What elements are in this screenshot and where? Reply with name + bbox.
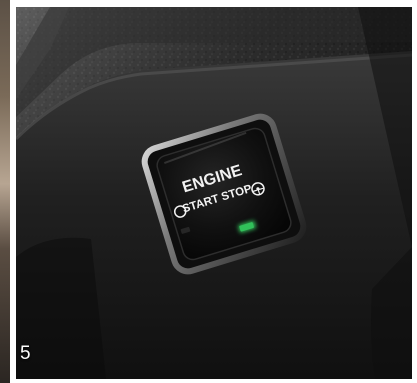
slide-number: 5	[20, 343, 31, 364]
car-interior-svg: ENGINE START STOP	[16, 7, 412, 379]
engine-start-stop-photo: ENGINE START STOP	[16, 7, 412, 379]
adjacent-photo-strip	[0, 0, 10, 383]
photo-frame: ENGINE START STOP 5	[0, 0, 417, 383]
